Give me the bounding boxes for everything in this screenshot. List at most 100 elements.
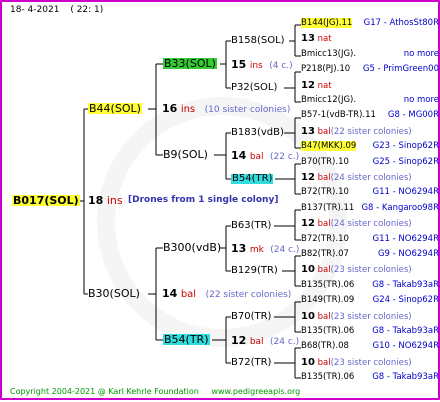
gen4-colony[interactable]: B82(TR).07: [301, 249, 349, 259]
gen4-origin: G11 - NO6294R: [372, 234, 439, 244]
gen4-colony[interactable]: B135(TR).06: [301, 280, 354, 290]
gen2-d-unit: bal: [249, 337, 264, 347]
gen4-note: (24 sister colonies): [330, 219, 412, 229]
gen4-colony[interactable]: Bmicc13(JG).: [301, 49, 356, 59]
date-text: 18- 4-2021: [10, 5, 60, 15]
gen3-d2[interactable]: B72(TR): [231, 358, 271, 368]
gen4-row: B72(TR).10 G11 - NO6294R: [301, 188, 439, 197]
gen3-d1[interactable]: B70(TR): [231, 312, 271, 322]
gen4-row: B57-1(vdB-TR).11 G8 - MG00R: [301, 111, 439, 120]
gen2-c-info: 13 mk (24 c.): [231, 243, 299, 255]
gen4-unit: bal: [314, 219, 331, 229]
gen3-a2[interactable]: P32(SOL): [231, 83, 277, 93]
gen4-colony[interactable]: B72(TR).10: [301, 187, 349, 197]
gen3-b1[interactable]: B183(vdB): [231, 128, 284, 138]
gen4-unit: nat: [314, 81, 332, 91]
gen2-b-info: 14 bal (22 c.): [231, 150, 299, 162]
gen3-c2[interactable]: B129(TR): [231, 266, 278, 276]
gen2-a-colony[interactable]: B33(SOL): [163, 58, 217, 69]
gen4-number: 12: [301, 172, 315, 183]
gen4-origin: G10 - NO6294R: [372, 341, 439, 351]
gen1-top-note: (10 sister colonies): [204, 105, 291, 115]
gen2-b-note: (22 c.): [270, 152, 300, 162]
gen4-number: 10: [301, 311, 315, 322]
gen4-number: 12: [301, 80, 315, 91]
gen4-number: 13: [301, 33, 315, 44]
gen4-row: 10 bal(23 sister colonies): [301, 358, 439, 368]
root-gen-number: 18: [88, 194, 104, 207]
gen4-colony[interactable]: B149(TR).09: [301, 295, 354, 305]
gen4-unit: bal: [314, 173, 331, 183]
gen4-number: 13: [301, 126, 315, 137]
gen4-row: B72(TR).10 G11 - NO6294R: [301, 235, 439, 244]
gen4-number: 12: [301, 218, 315, 229]
gen4-colony[interactable]: B47(MKK).09: [301, 141, 357, 151]
gen4-row: B68(TR).08 G10 - NO6294R: [301, 342, 439, 351]
gen4-origin: G17 - AthosSt80R: [363, 18, 439, 28]
pedigree-chart: 18- 4-2021 ( 22: 1) B017(SOL) 18 ins [Dr…: [0, 0, 440, 400]
gen3-c1[interactable]: B63(TR): [231, 221, 271, 231]
gen4-origin: G8 - Kangaroo98R: [361, 203, 439, 213]
gen4-colony[interactable]: Bmicc12(JG).: [301, 95, 356, 105]
gen4-origin: G8 - Takab93aR: [372, 280, 439, 290]
gen3-b2[interactable]: B54(TR): [231, 174, 274, 184]
gen4-unit: bal: [314, 358, 331, 368]
gen2-d-note: (24 c.): [270, 337, 300, 347]
footer: Copyright 2004-2021 @ Karl Kehrle Founda…: [10, 388, 300, 396]
root-colony[interactable]: B017(SOL): [12, 195, 80, 206]
gen2-b-colony[interactable]: B9(SOL): [163, 149, 208, 160]
gen1-bottom-colony[interactable]: B30(SOL): [88, 288, 140, 299]
gen2-d-number: 12: [231, 334, 247, 347]
count-text: ( 22: 1): [70, 5, 104, 15]
gen1-bottom-info: 14 bal (22 sister colonies): [162, 288, 291, 300]
gen2-c-colony[interactable]: B300(vdB): [163, 242, 221, 253]
gen4-row: B135(TR).06 G8 - Takab93aR: [301, 281, 439, 290]
gen4-origin: G8 - Takab93aR: [372, 372, 439, 382]
gen2-c-unit: mk: [249, 245, 264, 255]
gen4-colony[interactable]: B135(TR).06: [301, 326, 354, 336]
gen4-colony[interactable]: B70(TR).10: [301, 157, 349, 167]
gen2-b-unit: bal: [249, 152, 264, 162]
gen1-bottom-unit: bal: [180, 289, 197, 300]
gen4-row: 13 bal(22 sister colonies): [301, 127, 439, 137]
gen2-a-info: 15 ins (4 c.): [231, 59, 293, 71]
gen4-origin: G23 - Sinop62R: [372, 141, 439, 151]
gen3-a1[interactable]: B158(SOL): [231, 36, 285, 46]
gen4-row: Bmicc12(JG). no more: [301, 96, 439, 105]
gen1-top-number: 16: [162, 102, 178, 115]
gen4-origin: no more: [403, 49, 439, 59]
gen4-origin: G9 - NO6294R: [377, 249, 439, 259]
gen2-c-note: (24 c.): [270, 245, 300, 255]
gen4-colony[interactable]: B57-1(vdB-TR).11: [301, 110, 376, 120]
gen4-colony[interactable]: B72(TR).10: [301, 234, 349, 244]
root-gen-unit: ins: [106, 194, 123, 207]
gen1-top-info: 16 ins (10 sister colonies): [162, 103, 290, 115]
gen4-row: B137(TR).11 G8 - Kangaroo98R: [301, 204, 439, 213]
gen4-row: 10 bal(23 sister colonies): [301, 312, 439, 322]
gen1-top-unit: ins: [180, 104, 196, 115]
gen4-colony[interactable]: B68(TR).08: [301, 341, 349, 351]
copyright-text: Copyright 2004-2021 @ Karl Kehrle Founda…: [10, 387, 199, 396]
gen4-row: 13 nat: [301, 34, 439, 44]
gen4-number: 10: [301, 357, 315, 368]
gen1-bottom-number: 14: [162, 287, 178, 300]
gen2-d-colony[interactable]: B54(TR): [163, 334, 210, 345]
gen2-c-number: 13: [231, 242, 247, 255]
gen4-row: B135(TR).06 G8 - Takab93aR: [301, 373, 439, 382]
gen1-top-colony[interactable]: B44(SOL): [88, 103, 142, 114]
gen4-row: B135(TR).06 G8 - Takab93aR: [301, 327, 439, 336]
gen4-colony[interactable]: B144(JG).11: [301, 18, 353, 28]
gen4-row: 12 nat: [301, 81, 439, 91]
gen4-number: 10: [301, 264, 315, 275]
gen4-note: (23 sister colonies): [330, 312, 412, 322]
gen2-a-unit: ins: [249, 61, 263, 71]
gen4-row: Bmicc13(JG). no more: [301, 50, 439, 59]
gen4-colony[interactable]: B135(TR).06: [301, 372, 354, 382]
root-generation: 18 ins: [88, 195, 123, 206]
gen4-row: 10 bal(23 sister colonies): [301, 265, 439, 275]
site-link[interactable]: www.pedigreeapis.org: [211, 387, 300, 396]
gen4-colony[interactable]: P218(PJ).10: [301, 64, 350, 74]
gen4-note: (23 sister colonies): [330, 265, 412, 275]
gen2-b-number: 14: [231, 149, 247, 162]
gen4-colony[interactable]: B137(TR).11: [301, 203, 354, 213]
